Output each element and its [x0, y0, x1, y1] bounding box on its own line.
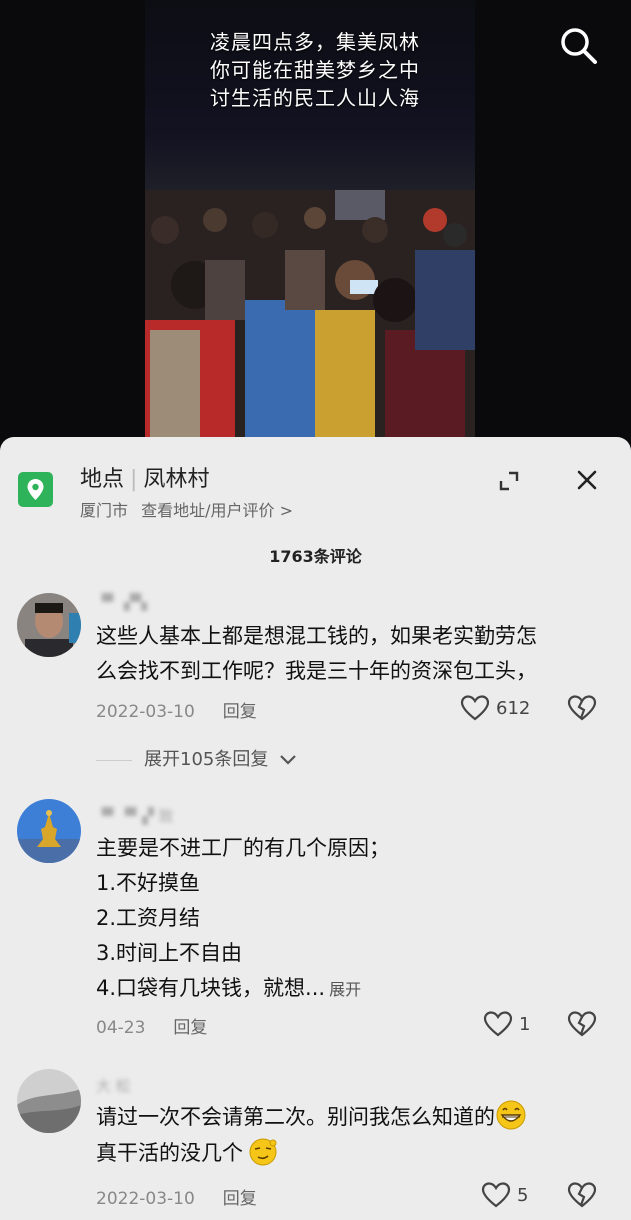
- comment-date: 2022-03-10: [96, 702, 195, 722]
- expand-replies-button[interactable]: 展开105条回复: [96, 745, 298, 771]
- broken-heart-icon: [567, 1182, 597, 1208]
- close-icon: [577, 470, 597, 490]
- avatar[interactable]: [17, 593, 81, 657]
- avatar[interactable]: [17, 799, 81, 863]
- like-button[interactable]: 5: [481, 1181, 551, 1211]
- video-player[interactable]: 凌晨四点多，集美凤林 你可能在甜美梦乡之中 讨生活的民工人山人海: [0, 0, 631, 450]
- location-type-label: 地点: [80, 467, 125, 492]
- like-count: 612: [496, 698, 531, 719]
- broken-heart-icon: [567, 695, 597, 721]
- comment-sheet: 地点 | 凤林村 厦门市 查看地址/用户评价 > 1763条评论 ▝▘ ▞▚ 这…: [0, 437, 631, 1220]
- location-subtitle[interactable]: 厦门市 查看地址/用户评价 >: [80, 497, 293, 521]
- heart-icon: [481, 1182, 511, 1208]
- comment-text: 主要是不进工厂的有几个原因； 1.不好摸鱼 2.工资月结 3.时间上不自由 4.…: [96, 836, 390, 1000]
- expand-text-button[interactable]: 展开: [329, 980, 361, 999]
- comment-text: 这些人基本上都是想混工钱的，如果老实勤劳怎 么会找不到工作呢？我是三十年的资深包…: [96, 624, 537, 683]
- comment-count: 1763条评论: [269, 547, 362, 566]
- comment-date: 2022-03-10: [96, 1189, 195, 1209]
- location-city: 厦门市: [80, 501, 129, 520]
- like-count: 5: [517, 1185, 529, 1206]
- comment-username[interactable]: ▝▘ ▞▚: [96, 593, 147, 611]
- comment-username[interactable]: 大 松: [96, 1075, 131, 1096]
- reply-button[interactable]: 回复: [173, 1018, 207, 1038]
- dislike-button[interactable]: [567, 694, 597, 724]
- comment-date: 04-23: [96, 1018, 146, 1038]
- dislike-button[interactable]: [567, 1181, 597, 1211]
- crowd-image: [145, 190, 475, 440]
- expand-icon: [499, 471, 519, 491]
- like-count: 1: [519, 1014, 531, 1035]
- chevron-down-icon: [280, 755, 296, 765]
- location-card[interactable]: 地点 | 凤林村 厦门市 查看地址/用户评价 >: [0, 437, 631, 527]
- dislike-button[interactable]: [567, 1010, 597, 1040]
- comment-meta: 2022-03-10 回复: [96, 697, 257, 722]
- search-button[interactable]: [557, 24, 601, 68]
- close-button[interactable]: [574, 467, 600, 493]
- comment-meta: 2022-03-10 回复: [96, 1184, 257, 1209]
- like-button[interactable]: 1: [483, 1010, 553, 1040]
- smug-emoji-icon: [249, 1138, 277, 1166]
- reply-button[interactable]: 回复: [223, 1189, 257, 1209]
- heart-icon: [460, 695, 490, 721]
- avatar[interactable]: [17, 1069, 81, 1133]
- expand-button[interactable]: [497, 469, 521, 493]
- location-detail-link[interactable]: 查看地址/用户评价 >: [141, 501, 293, 520]
- search-icon: [561, 28, 597, 64]
- reply-button[interactable]: 回复: [223, 702, 257, 722]
- video-caption: 凌晨四点多，集美凤林 你可能在甜美梦乡之中 讨生活的民工人山人海: [210, 30, 420, 110]
- location-title: 地点 | 凤林村: [80, 467, 210, 492]
- comment-meta: 04-23 回复: [96, 1013, 207, 1038]
- heart-icon: [483, 1011, 513, 1037]
- broken-heart-icon: [567, 1011, 597, 1037]
- grin-emoji-icon: [496, 1100, 526, 1130]
- comment-text: 请过一次不会请第二次。别问我怎么知道的 真干活的没几个: [96, 1099, 606, 1171]
- location-pin-icon: [18, 472, 53, 507]
- like-button[interactable]: 612: [460, 694, 530, 724]
- location-name: 凤林村: [143, 467, 210, 492]
- comment-username[interactable]: ▝▘▝▘▞ 致: [96, 805, 173, 826]
